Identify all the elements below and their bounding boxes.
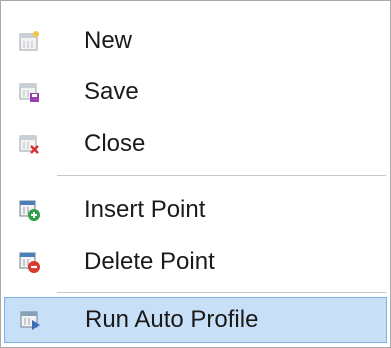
calendar-save-icon bbox=[17, 80, 41, 104]
menu-separator bbox=[57, 292, 386, 293]
calendar-run-icon bbox=[18, 308, 42, 332]
calendar-insert-icon bbox=[17, 198, 41, 222]
menu-separator bbox=[57, 175, 386, 176]
menu-item-run-auto-profile[interactable]: Run Auto Profile bbox=[4, 297, 387, 343]
calendar-new-icon bbox=[17, 29, 41, 53]
menu-item-new[interactable]: New bbox=[4, 19, 387, 63]
calendar-close-icon bbox=[17, 132, 41, 156]
menu-item-label: New bbox=[84, 27, 133, 54]
menu-item-delete-point[interactable]: Delete Point bbox=[4, 240, 387, 284]
menu-item-close[interactable]: Close bbox=[4, 122, 387, 166]
menu-item-label: Run Auto Profile bbox=[85, 306, 259, 333]
menu-item-label: Save bbox=[84, 78, 139, 105]
calendar-delete-icon bbox=[17, 250, 41, 274]
menu-item-label: Close bbox=[84, 130, 146, 157]
menu-item-label: Delete Point bbox=[84, 248, 215, 275]
context-menu: New Save Close Insert Point Delete Point… bbox=[0, 0, 391, 348]
menu-item-insert-point[interactable]: Insert Point bbox=[4, 188, 387, 232]
menu-item-save[interactable]: Save bbox=[4, 70, 387, 114]
menu-item-label: Insert Point bbox=[84, 196, 206, 223]
